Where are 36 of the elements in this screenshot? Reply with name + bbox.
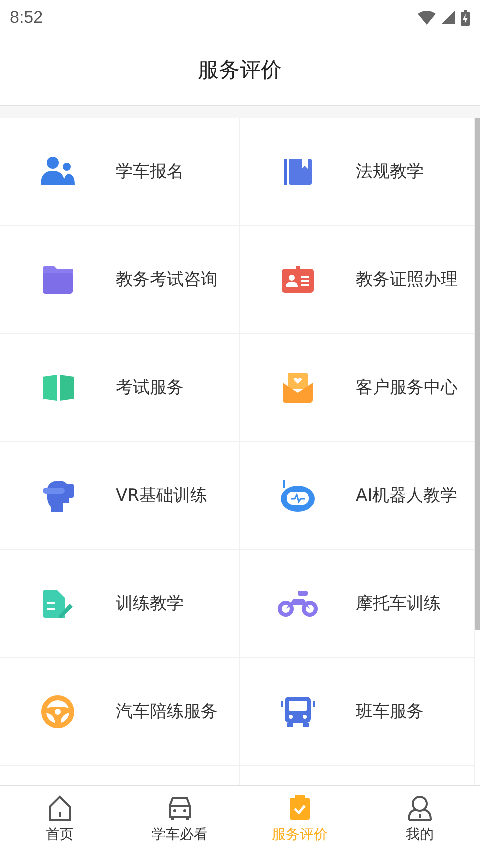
folder-icon bbox=[43, 266, 73, 294]
service-item[interactable]: 学车报名 bbox=[0, 118, 240, 226]
tab-bar-item[interactable]: 我的 bbox=[360, 786, 480, 853]
home-icon bbox=[47, 795, 73, 822]
open-book-icon bbox=[42, 374, 74, 400]
robot-icon bbox=[281, 480, 315, 512]
clipboard-check-icon bbox=[287, 795, 313, 822]
document-pen-icon bbox=[43, 590, 73, 618]
service-item[interactable]: 教务考试咨询 bbox=[0, 226, 240, 334]
book-icon bbox=[284, 158, 312, 184]
tab-bar-item[interactable]: 学车必看 bbox=[120, 786, 240, 853]
id-card-icon bbox=[282, 266, 314, 293]
service-item[interactable]: 客户服务中心 bbox=[240, 334, 475, 442]
service-item[interactable]: 教务证照办理 bbox=[240, 226, 475, 334]
service-item[interactable]: 法规教学 bbox=[240, 118, 475, 226]
wifi-icon bbox=[418, 10, 436, 24]
steering-wheel-icon bbox=[41, 694, 75, 728]
bus-icon bbox=[281, 696, 315, 726]
mail-icon bbox=[283, 372, 313, 402]
battery-icon bbox=[461, 10, 470, 26]
service-item[interactable]: 汽车陪练服务 bbox=[0, 658, 240, 766]
service-item[interactable]: 考试服务 bbox=[0, 334, 240, 442]
service-item[interactable]: 摩托车训练 bbox=[240, 550, 475, 658]
service-item[interactable]: AI机器人教学 bbox=[240, 442, 475, 550]
tab-bar-item[interactable]: 首页 bbox=[0, 786, 120, 853]
person-icon bbox=[407, 795, 433, 822]
service-item[interactable]: 训练教学 bbox=[0, 550, 240, 658]
car-icon bbox=[167, 795, 193, 822]
signal-icon bbox=[442, 11, 455, 24]
page-title: 服务评价 bbox=[198, 57, 282, 84]
motorcycle-icon bbox=[278, 590, 318, 616]
service-item[interactable]: VR基础训练 bbox=[0, 442, 240, 550]
people-icon bbox=[41, 156, 75, 186]
status-time: 8:52 bbox=[10, 8, 44, 28]
vr-head-icon bbox=[42, 479, 74, 512]
service-item[interactable]: 班车服务 bbox=[240, 658, 475, 766]
